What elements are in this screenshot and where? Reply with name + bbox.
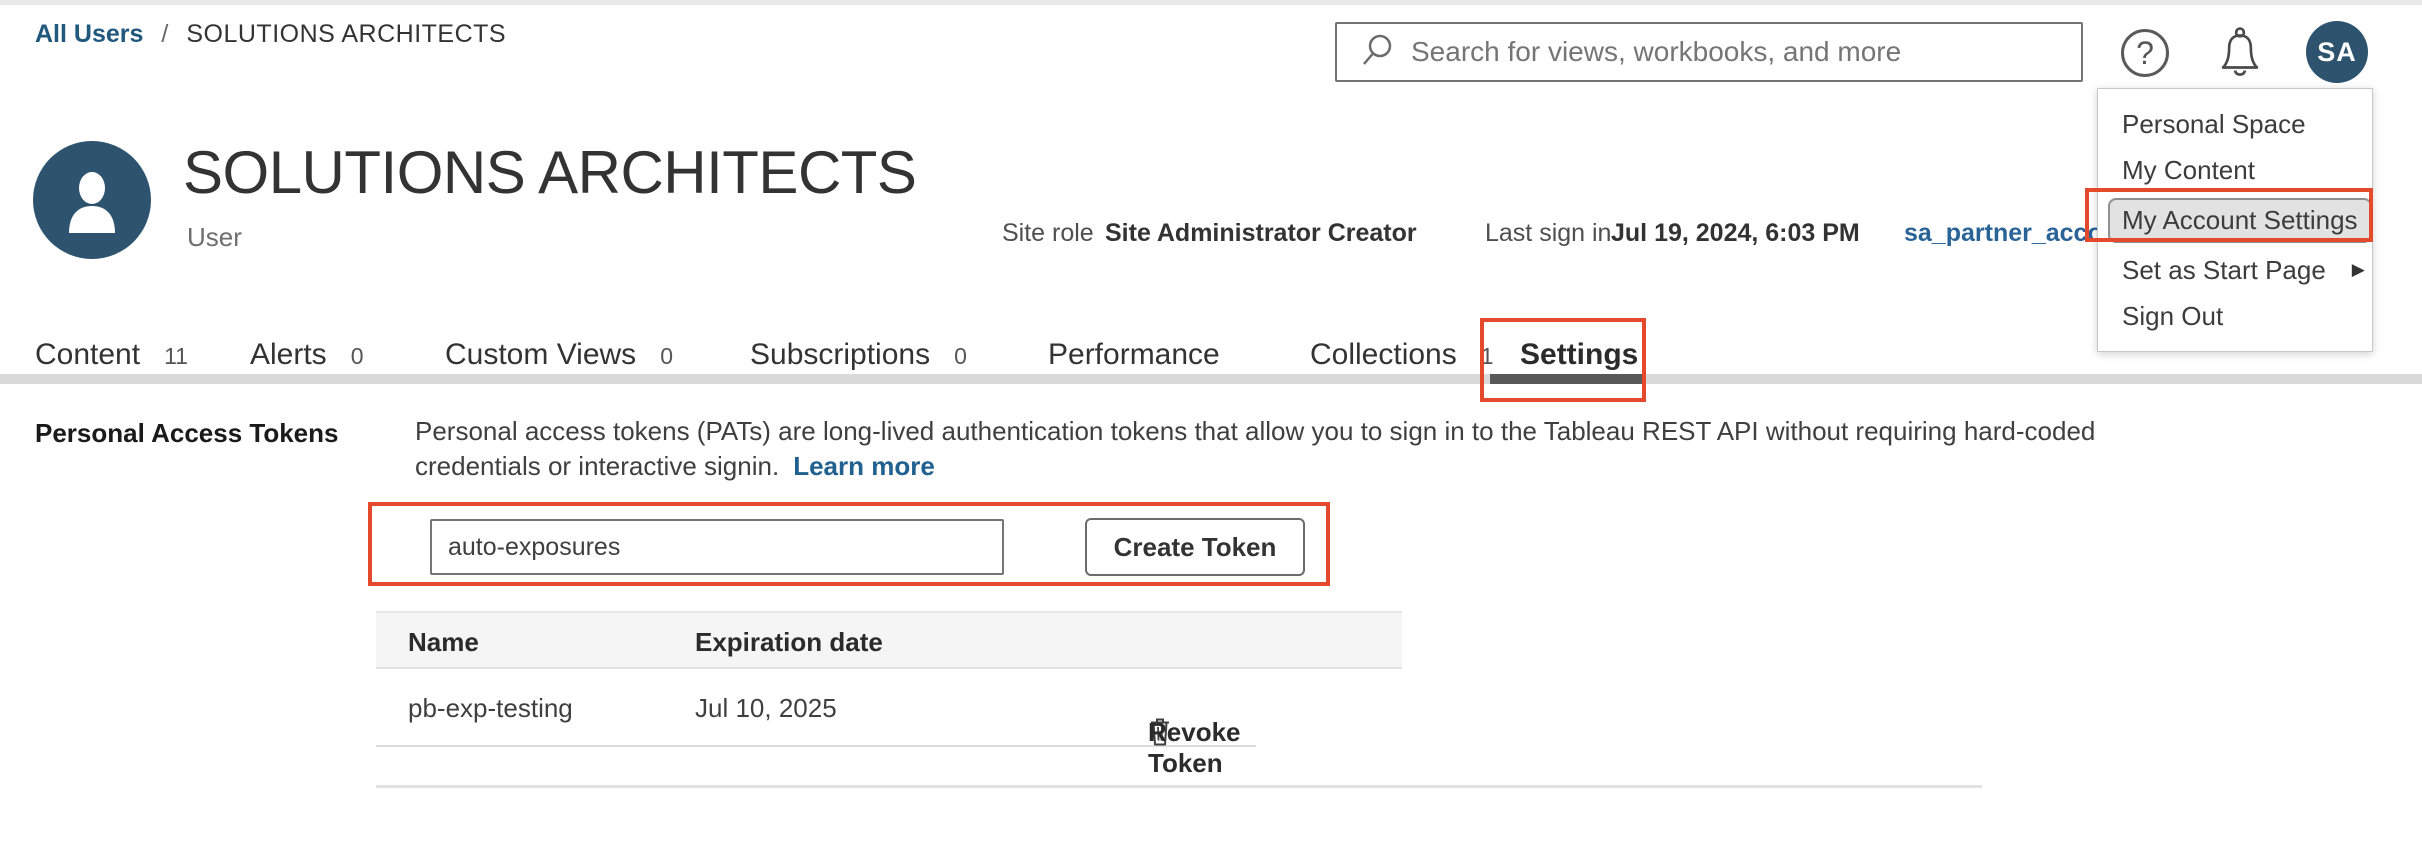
token-name-input[interactable] xyxy=(430,519,1004,575)
pat-description-line2: credentials or interactive signin. xyxy=(415,451,779,481)
breadcrumb-current: SOLUTIONS ARCHITECTS xyxy=(186,20,506,49)
help-icon[interactable]: ? xyxy=(2121,29,2169,77)
menu-item-set-as-start-page[interactable]: Set as Start Page ▶ xyxy=(2098,247,2372,293)
my-account-settings-highlight: My Account Settings xyxy=(2108,198,2372,243)
tokens-table-header: Name Expiration date xyxy=(376,611,1402,669)
section-divider xyxy=(376,785,1982,788)
create-token-button[interactable]: Create Token xyxy=(1085,518,1305,576)
pat-description: Personal access tokens (PATs) are long-l… xyxy=(415,414,2095,484)
account-name-link[interactable]: sa_partner_accou xyxy=(1904,219,2118,248)
profile-meta-row: Site role Site Administrator Creator Las… xyxy=(0,219,2422,251)
tab-collections[interactable]: Collections1 xyxy=(1310,338,1494,372)
search-box[interactable] xyxy=(1335,22,2083,82)
pat-section-title: Personal Access Tokens xyxy=(35,418,338,449)
menu-item-my-account-settings[interactable]: My Account Settings xyxy=(2098,193,2372,247)
tab-performance[interactable]: Performance xyxy=(1048,338,1220,372)
page-title: SOLUTIONS ARCHITECTS xyxy=(183,138,916,207)
account-dropdown-menu: Personal Space My Content My Account Set… xyxy=(2097,88,2373,352)
menu-item-my-content[interactable]: My Content xyxy=(2098,147,2372,193)
tab-settings[interactable]: Settings xyxy=(1520,338,1638,372)
menu-item-sign-out[interactable]: Sign Out xyxy=(2098,293,2372,339)
breadcrumb-all-users-link[interactable]: All Users xyxy=(35,20,143,49)
learn-more-link[interactable]: Learn more xyxy=(793,451,935,481)
site-role-label: Site role xyxy=(1002,219,1094,248)
user-avatar-badge[interactable]: SA xyxy=(2306,21,2368,83)
tab-custom-views-count: 0 xyxy=(660,343,673,370)
search-icon xyxy=(1357,32,1397,72)
menu-item-personal-space[interactable]: Personal Space xyxy=(2098,101,2372,147)
tab-alerts-count: 0 xyxy=(351,343,364,370)
tab-alerts[interactable]: Alerts0 xyxy=(250,338,363,372)
breadcrumb-separator: / xyxy=(161,20,168,49)
settings-tab-active-underline xyxy=(1490,374,1645,384)
tab-content-count: 11 xyxy=(164,343,188,370)
submenu-arrow-icon: ▶ xyxy=(2352,260,2365,280)
breadcrumb: All Users / SOLUTIONS ARCHITECTS xyxy=(35,20,506,49)
tab-subscriptions-count: 0 xyxy=(954,343,967,370)
notifications-bell-icon[interactable] xyxy=(2213,24,2267,82)
tab-subscriptions[interactable]: Subscriptions0 xyxy=(750,338,967,372)
site-role-value: Site Administrator Creator xyxy=(1105,219,1417,248)
last-sign-in-label: Last sign in xyxy=(1485,219,1611,248)
pat-description-line1: Personal access tokens (PATs) are long-l… xyxy=(415,414,2095,449)
token-name-cell: pb-exp-testing xyxy=(408,693,573,724)
column-header-name: Name xyxy=(408,627,479,658)
table-row: pb-exp-testing Jul 10, 2025 Revoke Token xyxy=(376,669,1256,747)
revoke-token-label: Revoke Token xyxy=(1148,717,1241,779)
search-input[interactable] xyxy=(1411,36,2051,68)
tab-collections-count: 1 xyxy=(1481,343,1494,370)
tab-bar-divider xyxy=(0,374,2422,384)
last-sign-in-value: Jul 19, 2024, 6:03 PM xyxy=(1611,219,1860,248)
column-header-expiration: Expiration date xyxy=(695,627,883,658)
tokens-table: Name Expiration date pb-exp-testing Jul … xyxy=(376,611,1402,747)
tab-content[interactable]: Content11 xyxy=(35,338,188,372)
page: All Users / SOLUTIONS ARCHITECTS ? SA xyxy=(0,0,2422,850)
tab-custom-views[interactable]: Custom Views0 xyxy=(445,338,673,372)
avatar-initials: SA xyxy=(2317,37,2357,68)
window-top-strip xyxy=(0,0,2422,5)
token-expiration-cell: Jul 10, 2025 xyxy=(695,693,837,724)
